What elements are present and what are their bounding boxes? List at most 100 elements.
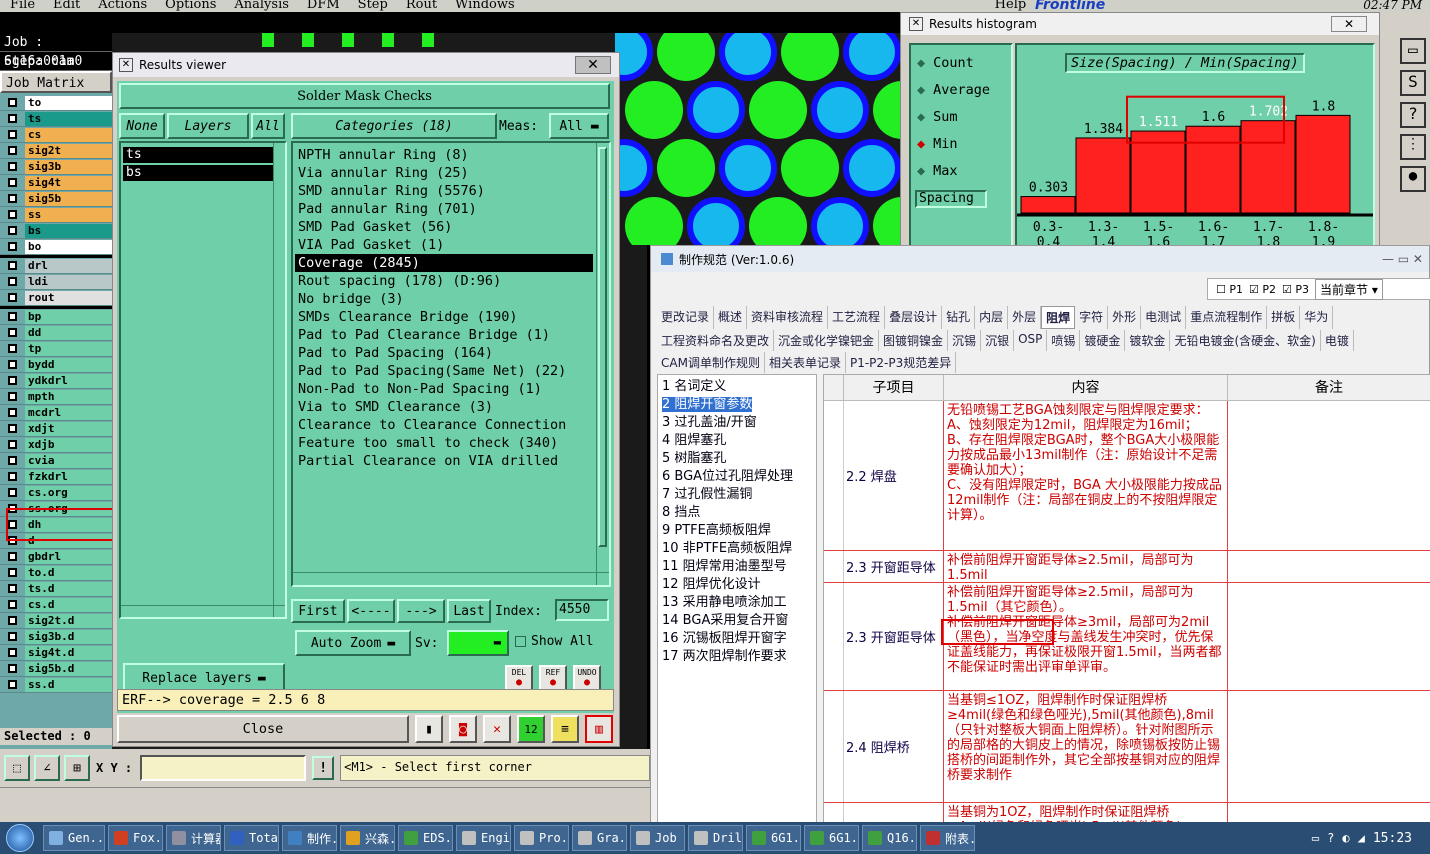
del-icon[interactable]: DEL ● xyxy=(505,665,533,691)
graphics-canvas-right[interactable] xyxy=(615,33,905,245)
checkbox-icon[interactable]: ☑ xyxy=(1282,283,1295,296)
stats-icon[interactable]: ▮ xyxy=(415,715,443,743)
layer-row[interactable]: bo xyxy=(0,239,112,255)
ref-icon[interactable]: REF ● xyxy=(539,665,567,691)
none-button[interactable]: None xyxy=(119,113,165,139)
taskbar-item[interactable]: 6G1... xyxy=(804,825,859,851)
chapter-tree[interactable]: 1 名词定义 2 阻焊开窗参数 3 过孔盖油/开窗 4 阻焊塞孔 5 树脂塞孔 6 BGA… xyxy=(657,374,817,824)
layer-row[interactable]: tp xyxy=(0,341,112,357)
layer-row[interactable]: rout xyxy=(0,290,112,306)
tree-item[interactable]: 7 过孔假性漏铜 xyxy=(662,486,816,504)
layer-checkbox[interactable] xyxy=(8,312,17,321)
layer-checkbox[interactable] xyxy=(8,632,17,641)
taskbar-item[interactable]: Fox... xyxy=(108,825,163,851)
layer-checkbox[interactable] xyxy=(8,392,17,401)
categories-button[interactable]: Categories (18) xyxy=(291,113,497,139)
taskbar-item[interactable]: Gra... xyxy=(572,825,627,851)
category-item[interactable]: Coverage (2845) xyxy=(295,254,593,272)
xy-input[interactable] xyxy=(140,755,307,781)
layer-checkbox[interactable] xyxy=(8,261,17,270)
tab-tabs2-3[interactable]: 沉锡 xyxy=(948,330,982,351)
layer-row[interactable]: cs.org xyxy=(0,485,112,501)
tab-tabs3-2[interactable]: P1-P2-P3规范差异 xyxy=(846,352,957,373)
layer-row[interactable]: drl xyxy=(0,258,112,274)
layer-row[interactable]: sig4t.d xyxy=(0,645,112,661)
close-button[interactable]: Close xyxy=(117,715,409,743)
layer-checkbox[interactable] xyxy=(8,194,17,203)
layer-row[interactable]: ts.d xyxy=(0,581,112,597)
layer-row[interactable]: cs.d xyxy=(0,597,112,613)
category-item[interactable]: Feature too small to check (340) xyxy=(295,434,609,452)
job-matrix-button[interactable]: Job Matrix xyxy=(0,71,112,93)
layer-row[interactable]: bp xyxy=(0,309,112,325)
tab-tabs1-9[interactable]: 字符 xyxy=(1075,306,1109,329)
auto-zoom-dropdown[interactable]: Auto Zoom ▬ xyxy=(295,630,411,656)
layer-row[interactable]: to.d xyxy=(0,565,112,581)
layer-checkbox[interactable] xyxy=(8,488,17,497)
delete-icon[interactable]: ✕ xyxy=(483,715,511,743)
menu-step[interactable]: Step xyxy=(348,0,396,12)
category-item[interactable]: No bridge (3) xyxy=(295,290,609,308)
category-item[interactable]: Via annular Ring (25) xyxy=(295,164,609,182)
taskbar-item[interactable]: EDS... xyxy=(398,825,453,851)
layer-row[interactable]: mcdrl xyxy=(0,405,112,421)
category-item[interactable]: VIA Pad Gasket (1) xyxy=(295,236,609,254)
category-item[interactable]: Pad to Pad Clearance Bridge (1) xyxy=(295,326,609,344)
layer-row[interactable]: ydkdrl xyxy=(0,373,112,389)
layer-row[interactable]: sig5b.d xyxy=(0,661,112,677)
layer-checkbox[interactable] xyxy=(8,664,17,673)
layer-checkbox[interactable] xyxy=(8,456,17,465)
category-item[interactable]: Clearance to Clearance Connection xyxy=(295,416,609,434)
layer-row[interactable]: sig4t xyxy=(0,175,112,191)
taskbar-item[interactable]: Gen... xyxy=(43,825,105,851)
layer-checkbox[interactable] xyxy=(8,552,17,561)
layer-scrollbar[interactable] xyxy=(273,143,285,617)
tab-tabs1-8[interactable]: 阻焊 xyxy=(1041,306,1076,329)
taskbar-item[interactable]: 制作... xyxy=(282,825,337,851)
tree-item[interactable]: 2 阻焊开窗参数 xyxy=(662,396,816,414)
layer-row[interactable]: cvia xyxy=(0,453,112,469)
tab-tabs3-0[interactable]: CAM调单制作规则 xyxy=(657,352,765,373)
layer-checkbox[interactable] xyxy=(8,98,17,107)
last-button[interactable]: Last xyxy=(447,599,491,623)
tool-icon-2[interactable]: S xyxy=(1400,70,1426,96)
layer-row[interactable]: ss.d xyxy=(0,677,112,693)
layer-row[interactable]: to xyxy=(0,95,112,111)
layer-row[interactable]: sig3b.d xyxy=(0,629,112,645)
layer-checkbox[interactable] xyxy=(8,680,17,689)
layer-results-list[interactable]: ts bs xyxy=(119,141,287,619)
layer-row[interactable]: ts xyxy=(0,111,112,127)
layer-row[interactable]: bydd xyxy=(0,357,112,373)
tool-icon-4[interactable]: ⋮ xyxy=(1400,134,1426,160)
layer-row[interactable]: sig5b xyxy=(0,191,112,207)
report-icon[interactable]: ≡ xyxy=(551,715,579,743)
taskbar-item[interactable]: Q16... xyxy=(862,825,917,851)
layer-row[interactable]: ss xyxy=(0,207,112,223)
tree-item[interactable]: 1 名词定义 xyxy=(662,378,816,396)
tree-item[interactable]: 13 采用静电喷涂加工 xyxy=(662,594,816,612)
layer-row[interactable]: gbdrl xyxy=(0,549,112,565)
layer-checkbox[interactable] xyxy=(8,648,17,657)
menu-windows[interactable]: Windows xyxy=(445,0,523,12)
tab-tabs1-12[interactable]: 重点流程制作 xyxy=(1186,306,1268,329)
tab-tabs1-7[interactable]: 外层 xyxy=(1008,306,1042,329)
layer-row[interactable]: sig3b xyxy=(0,159,112,175)
tab-tabs2-4[interactable]: 沉银 xyxy=(981,330,1015,351)
tree-item[interactable]: 12 阻焊优化设计 xyxy=(662,576,816,594)
menu-dfm[interactable]: DFM xyxy=(297,0,348,12)
layer-checkbox[interactable] xyxy=(8,584,17,593)
category-item[interactable]: SMDs Clearance Bridge (190) xyxy=(295,308,609,326)
tree-item[interactable]: 9 PTFE高频板阻焊 xyxy=(662,522,816,540)
index-input[interactable]: 4550 xyxy=(555,599,609,621)
taskbar-item[interactable]: 计算器 xyxy=(166,825,221,851)
histogram-icon[interactable]: ▥ xyxy=(585,715,613,743)
layer-row[interactable]: ldi xyxy=(0,274,112,290)
check-p1[interactable]: ☐ P1 xyxy=(1216,283,1243,296)
category-item[interactable]: Pad to Pad Spacing(Same Net) (22) xyxy=(295,362,609,380)
layer-checkbox[interactable] xyxy=(8,210,17,219)
layer-checkbox[interactable] xyxy=(8,146,17,155)
radio-icon[interactable]: ◆ xyxy=(917,55,925,71)
layer-checkbox[interactable] xyxy=(8,408,17,417)
tool-icon-1[interactable]: ▭ xyxy=(1400,38,1426,64)
layer-checkbox[interactable] xyxy=(8,360,17,369)
